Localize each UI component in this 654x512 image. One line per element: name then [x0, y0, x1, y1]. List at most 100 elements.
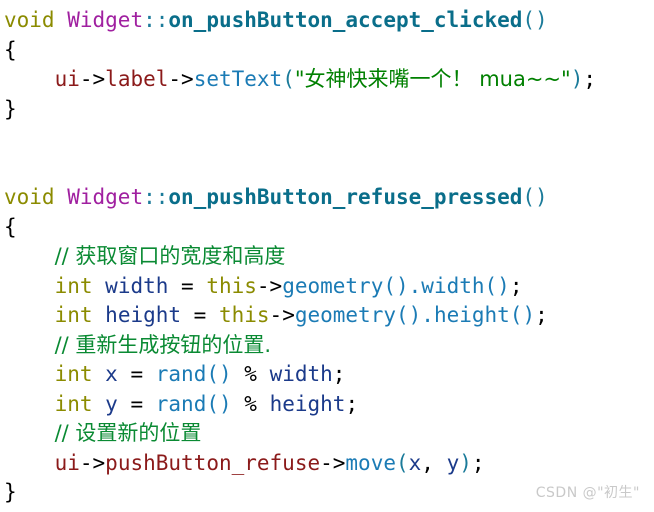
arrow-operator: -> [269, 303, 295, 327]
code-line-14: int y = rand() % height; [4, 390, 654, 420]
object-ui: ui [54, 67, 80, 91]
assignment-operator: = [117, 391, 156, 416]
comment-get-window-size: // 获取窗口的宽度和高度 [54, 244, 286, 268]
comment-regenerate-button-position: // 重新生成按钮的位置. [54, 332, 272, 357]
code-line-12: // 重新生成按钮的位置. [4, 331, 654, 361]
arrow-operator: -> [320, 450, 346, 475]
code-line-9: // 获取窗口的宽度和高度 [4, 242, 654, 272]
function-call-geometry: geometry [294, 303, 396, 327]
arrow-operator: -> [256, 273, 283, 298]
assignment-operator: = [168, 273, 207, 298]
close-brace: } [4, 480, 17, 504]
code-line-1: void Widget::on_pushButton_accept_clicke… [4, 6, 654, 36]
code-line-8: { [4, 213, 654, 243]
keyword-void: void [4, 8, 55, 32]
close-paren: ) [570, 67, 584, 91]
function-call-settext: setText [193, 67, 283, 91]
semicolon: ; [509, 273, 523, 298]
variable-y: y [105, 391, 118, 416]
function-call-move: move [345, 450, 396, 475]
class-name-widget: Widget [67, 8, 144, 32]
open-brace: { [4, 214, 17, 239]
modulo-operator: % [231, 391, 270, 416]
open-brace: { [4, 37, 17, 62]
parens-dot: (). [383, 273, 422, 298]
csdn-watermark: CSDN @"初生" [535, 485, 640, 501]
keyword-this: this [206, 273, 257, 298]
variable-height: height [269, 391, 346, 416]
parentheses: () [484, 273, 510, 298]
arrow-operator: -> [79, 67, 106, 91]
keyword-int: int [54, 362, 93, 386]
code-line-15: // 设置新的位置 [4, 419, 654, 449]
scope-operator: :: [143, 8, 169, 32]
variable-height: height [105, 303, 182, 327]
member-pushbutton-refuse: pushButton_refuse [105, 450, 321, 475]
modulo-operator: % [231, 362, 270, 386]
function-name-on-pushbutton-refuse-pressed: on_pushButton_refuse_pressed [168, 185, 523, 209]
arrow-operator: -> [79, 450, 106, 475]
keyword-this: this [218, 303, 270, 327]
variable-width: width [269, 362, 333, 386]
close-brace: } [4, 96, 17, 121]
variable-width: width [105, 273, 169, 298]
variable-x: x [105, 362, 118, 386]
function-call-geometry: geometry [282, 273, 384, 298]
code-line-5-blank [4, 124, 654, 154]
parentheses: () [522, 8, 548, 32]
argument-y: y [446, 450, 460, 475]
class-name-widget: Widget [67, 185, 144, 209]
keyword-int: int [54, 391, 93, 416]
function-call-rand: rand [155, 362, 207, 386]
member-label: label [105, 67, 169, 91]
semicolon: ; [332, 362, 346, 386]
semicolon: ; [583, 67, 596, 91]
parentheses: () [206, 391, 232, 416]
parentheses: () [509, 303, 536, 327]
function-name-on-pushbutton-accept-clicked: on_pushButton_accept_clicked [168, 8, 523, 32]
code-line-11: int height = this->geometry().height(); [4, 301, 654, 331]
argument-x: x [408, 450, 422, 475]
comma: , [421, 450, 447, 475]
code-editor-surface: void Widget::on_pushButton_accept_clicke… [0, 0, 654, 512]
function-call-width: width [421, 273, 485, 298]
code-line-7: void Widget::on_pushButton_refuse_presse… [4, 183, 654, 213]
assignment-operator: = [117, 362, 156, 386]
parentheses: () [206, 362, 232, 386]
code-line-6-blank [4, 154, 654, 184]
semicolon: ; [471, 450, 485, 475]
code-line-4: } [4, 95, 654, 125]
string-literal: "女神快来嘴一个！ mua~~" [294, 67, 571, 91]
code-line-3: ui->label->setText("女神快来嘴一个！ mua~~"); [4, 65, 654, 95]
semicolon: ; [535, 303, 548, 327]
function-call-rand: rand [155, 391, 207, 416]
function-call-height: height [433, 303, 510, 327]
parentheses: () [522, 185, 548, 209]
open-paren: ( [395, 450, 409, 475]
scope-operator: :: [143, 185, 169, 209]
code-line-16: ui->pushButton_refuse->move(x, y); [4, 449, 654, 479]
assignment-operator: = [181, 303, 219, 327]
object-ui: ui [54, 450, 80, 475]
keyword-int: int [54, 273, 93, 298]
open-paren: ( [282, 67, 295, 91]
code-line-2: { [4, 36, 654, 66]
close-paren: ) [459, 450, 472, 475]
semicolon: ; [345, 391, 359, 416]
code-line-10: int width = this->geometry().width(); [4, 272, 654, 302]
keyword-void: void [4, 185, 55, 209]
